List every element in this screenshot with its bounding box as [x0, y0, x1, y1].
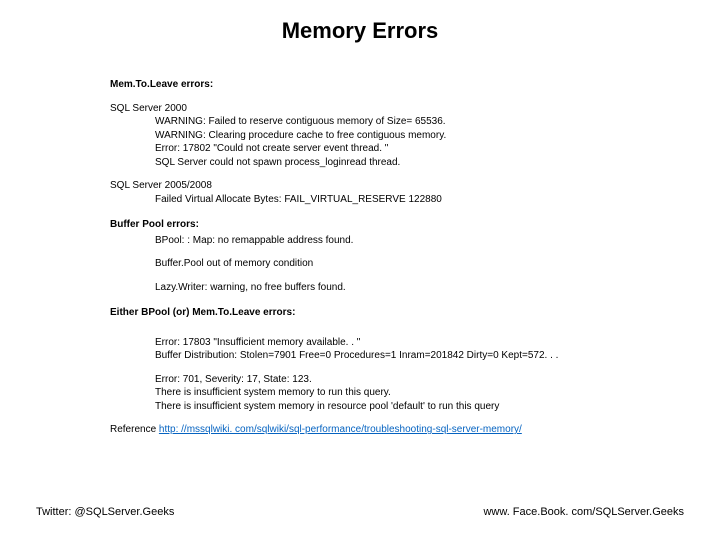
- heading-either: Either BPool (or) Mem.To.Leave errors:: [110, 306, 650, 320]
- content-area: Mem.To.Leave errors: SQL Server 2000 WAR…: [110, 78, 650, 437]
- heading-bufferpool: Buffer Pool errors:: [110, 218, 650, 232]
- error-line: There is insufficient system memory in r…: [155, 400, 650, 414]
- lines-either: Error: 17803 "Insufficient memory availa…: [110, 336, 650, 414]
- error-line: Lazy.Writer: warning, no free buffers fo…: [155, 281, 650, 295]
- error-line: WARNING: Clearing procedure cache to fre…: [155, 129, 650, 143]
- error-line: Buffer.Pool out of memory condition: [155, 257, 650, 271]
- error-line: Buffer Distribution: Stolen=7901 Free=0 …: [155, 349, 650, 363]
- lines-sql2005: Failed Virtual Allocate Bytes: FAIL_VIRT…: [110, 193, 650, 207]
- reference-link[interactable]: http: //mssqlwiki. com/sqlwiki/sql-perfo…: [159, 424, 522, 435]
- reference-label: Reference: [110, 424, 159, 435]
- error-line: SQL Server could not spawn process_login…: [155, 156, 650, 170]
- error-line: Failed Virtual Allocate Bytes: FAIL_VIRT…: [155, 193, 650, 207]
- group-sql2000: SQL Server 2000 WARNING: Failed to reser…: [110, 102, 650, 170]
- group-sql2005: SQL Server 2005/2008 Failed Virtual Allo…: [110, 179, 650, 206]
- label-sql2000: SQL Server 2000: [110, 102, 650, 116]
- error-line: There is insufficient system memory to r…: [155, 386, 650, 400]
- footer-left: Twitter: @SQLServer.Geeks: [36, 506, 174, 518]
- page-title: Memory Errors: [0, 18, 720, 44]
- label-sql2005: SQL Server 2005/2008: [110, 179, 650, 193]
- error-block: Error: 701, Severity: 17, State: 123. Th…: [155, 373, 650, 414]
- error-line: WARNING: Failed to reserve contiguous me…: [155, 115, 650, 129]
- heading-memtoleave: Mem.To.Leave errors:: [110, 78, 650, 92]
- error-line: BPool: : Map: no remappable address foun…: [155, 234, 650, 248]
- lines-bufferpool: BPool: : Map: no remappable address foun…: [110, 234, 650, 295]
- footer-right: www. Face.Book. com/SQLServer.Geeks: [483, 506, 684, 518]
- error-block: Error: 17803 "Insufficient memory availa…: [155, 336, 650, 363]
- error-line: Error: 17802 "Could not create server ev…: [155, 142, 650, 156]
- slide: Memory Errors Mem.To.Leave errors: SQL S…: [0, 0, 720, 540]
- reference-line: Reference http: //mssqlwiki. com/sqlwiki…: [110, 423, 650, 437]
- lines-sql2000: WARNING: Failed to reserve contiguous me…: [110, 115, 650, 169]
- error-line: Error: 701, Severity: 17, State: 123.: [155, 373, 650, 387]
- error-line: Error: 17803 "Insufficient memory availa…: [155, 336, 650, 350]
